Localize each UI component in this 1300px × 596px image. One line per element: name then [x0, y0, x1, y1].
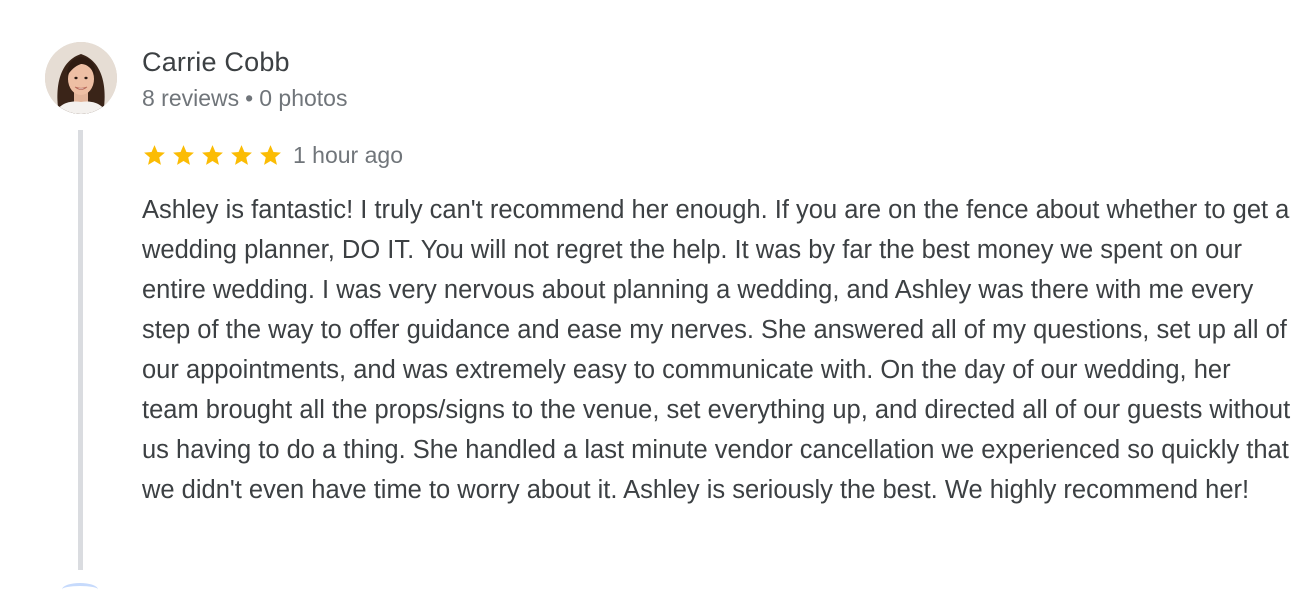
review-time: 1 hour ago — [293, 141, 403, 168]
rating-row: 1 hour ago — [142, 140, 403, 170]
reviewer-stats: 8 reviews • 0 photos — [142, 84, 347, 112]
meta-separator: • — [245, 85, 254, 111]
star-icon — [229, 143, 254, 168]
star-icon — [171, 143, 196, 168]
review-card: Carrie Cobb 8 reviews • 0 photos 1 hour ag… — [0, 0, 1300, 588]
star-icon — [258, 143, 283, 168]
review-thread-line — [78, 130, 83, 570]
star-rating — [142, 143, 287, 168]
reviews-count: 8 reviews — [142, 85, 240, 111]
reviewer-avatar[interactable] — [45, 42, 117, 114]
star-icon — [200, 143, 225, 168]
reviewer-name[interactable]: Carrie Cobb — [142, 46, 290, 78]
star-icon — [142, 143, 167, 168]
next-review-avatar-edge — [62, 583, 98, 596]
photos-count: 0 photos — [259, 85, 348, 111]
review-text: Ashley is fantastic! I truly can't recom… — [142, 196, 1291, 504]
